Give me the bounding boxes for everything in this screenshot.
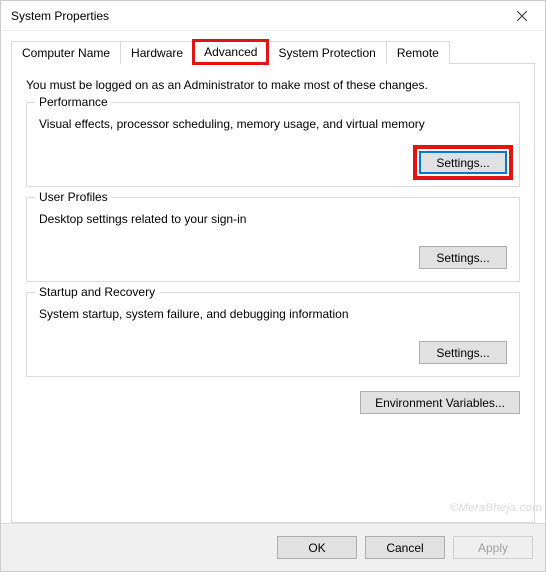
user-profiles-legend: User Profiles [35,190,112,204]
tab-panel-advanced: You must be logged on as an Administrato… [11,63,535,523]
tab-strip: Computer Name Hardware Advanced System P… [11,39,535,63]
tab-remote[interactable]: Remote [386,41,450,64]
startup-recovery-legend: Startup and Recovery [35,285,159,299]
ok-button[interactable]: OK [277,536,357,559]
user-profiles-group: User Profiles Desktop settings related t… [26,197,520,282]
titlebar: System Properties [1,1,545,31]
tab-hardware[interactable]: Hardware [120,41,194,64]
startup-recovery-button-row: Settings... [39,341,507,364]
close-button[interactable] [499,1,544,30]
close-icon [517,11,527,21]
tab-system-protection[interactable]: System Protection [267,41,386,64]
startup-recovery-group: Startup and Recovery System startup, sys… [26,292,520,377]
environment-variables-button[interactable]: Environment Variables... [360,391,520,414]
cancel-button[interactable]: Cancel [365,536,445,559]
user-profiles-settings-button[interactable]: Settings... [419,246,507,269]
content-area: Computer Name Hardware Advanced System P… [1,31,545,523]
tab-computer-name[interactable]: Computer Name [11,41,121,64]
user-profiles-desc: Desktop settings related to your sign-in [39,212,507,226]
tab-advanced[interactable]: Advanced [193,40,268,64]
env-variables-row: Environment Variables... [26,391,520,414]
apply-button: Apply [453,536,533,559]
performance-desc: Visual effects, processor scheduling, me… [39,117,507,131]
performance-legend: Performance [35,95,112,109]
startup-recovery-desc: System startup, system failure, and debu… [39,307,507,321]
window-title: System Properties [11,9,109,23]
dialog-footer: OK Cancel Apply [1,523,545,571]
system-properties-window: System Properties Computer Name Hardware… [0,0,546,572]
performance-group: Performance Visual effects, processor sc… [26,102,520,187]
performance-button-row: Settings... [39,151,507,174]
performance-settings-button[interactable]: Settings... [419,151,507,174]
user-profiles-button-row: Settings... [39,246,507,269]
startup-recovery-settings-button[interactable]: Settings... [419,341,507,364]
admin-info-text: You must be logged on as an Administrato… [26,78,520,92]
